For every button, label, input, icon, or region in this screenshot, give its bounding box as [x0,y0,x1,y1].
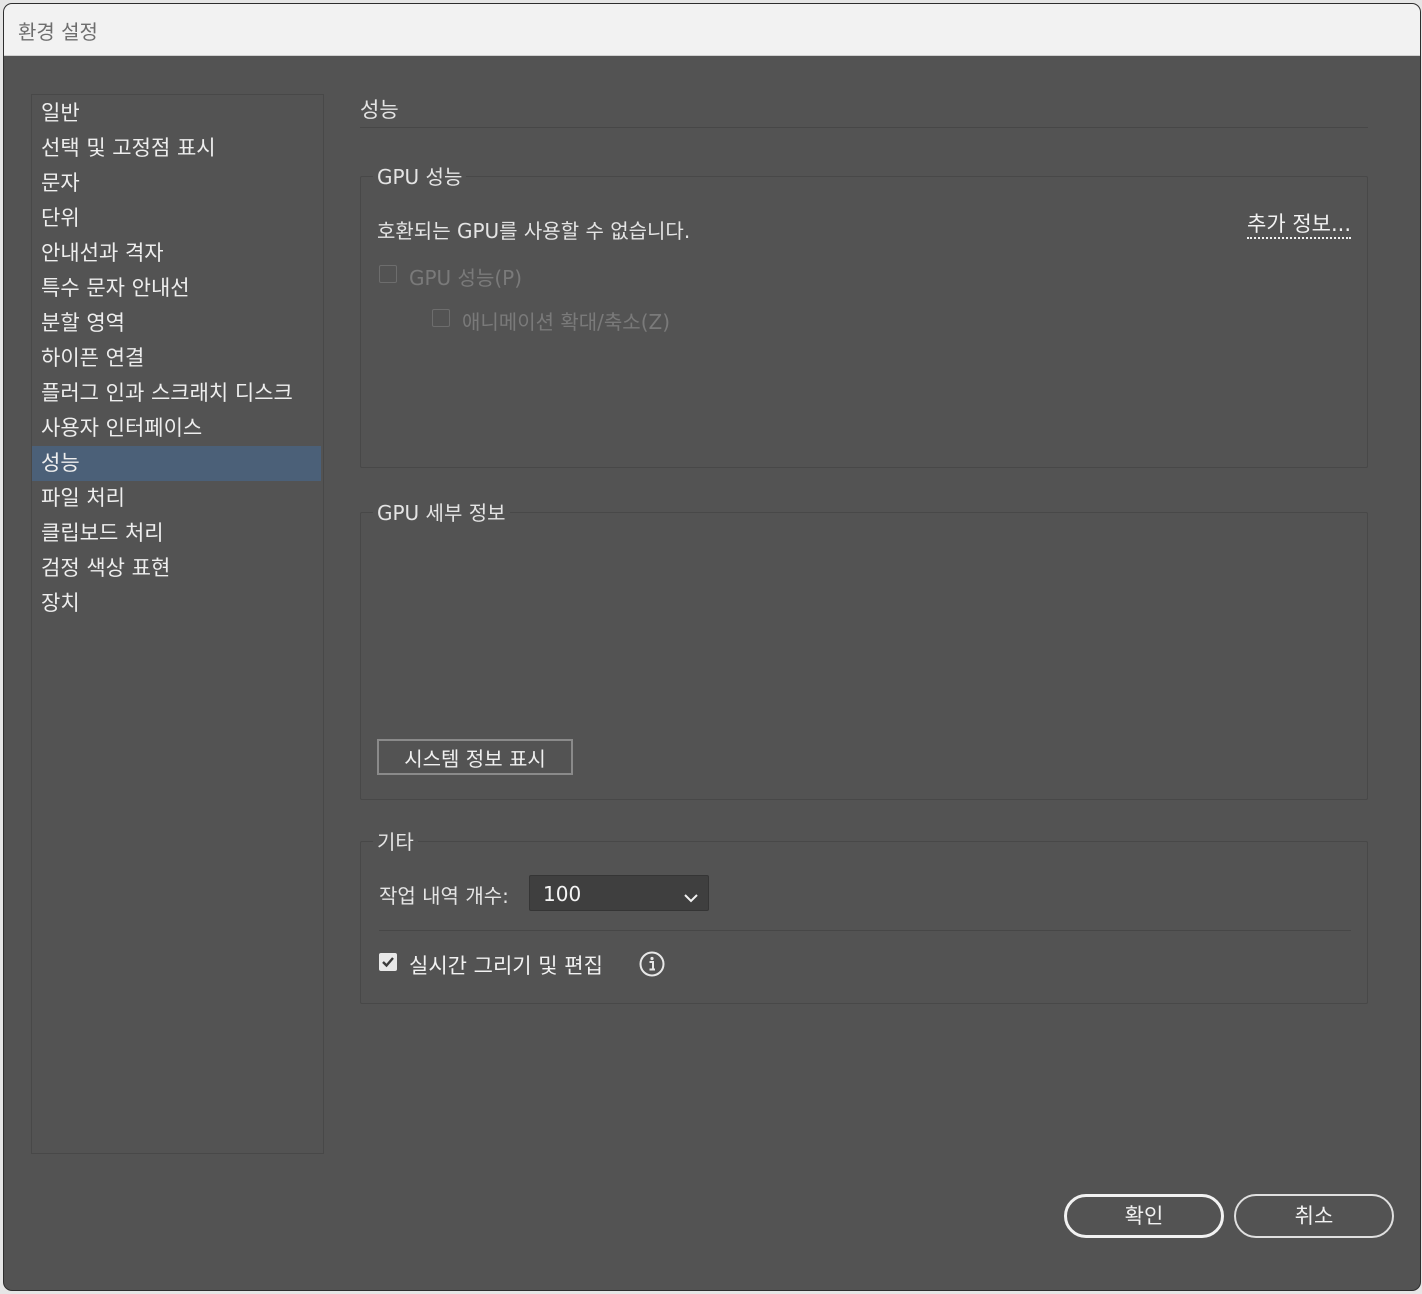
live-drawing-checkbox[interactable] [379,953,397,971]
chevron-down-icon [684,888,698,907]
gpu-details-legend: GPU 세부 정보 [373,497,510,526]
sidebar-item[interactable]: 일반 [32,96,321,131]
heading-divider [360,127,1368,128]
gpu-performance-checkbox[interactable] [379,265,397,283]
animated-zoom-label: 애니메이션 확대/축소(Z) [462,310,671,334]
window-title: 환경 설정 [18,20,98,44]
gpu-unavailable-message: 호환되는 GPU를 사용할 수 없습니다. [377,219,691,243]
history-states-value: 100 [543,882,582,906]
live-drawing-label: 실시간 그리기 및 편집 [409,954,603,978]
sidebar-item[interactable]: 문자 [32,166,321,201]
history-states-select[interactable]: 100 [529,875,709,911]
sidebar-item[interactable]: 하이픈 연결 [32,341,321,376]
gpu-performance-legend: GPU 성능 [373,161,467,190]
sidebar-item[interactable]: 플러그 인과 스크래치 디스크 [32,376,321,411]
sidebar-item[interactable]: 성능 [32,446,321,481]
sidebar-item[interactable]: 클립보드 처리 [32,516,321,551]
show-system-info-button[interactable]: 시스템 정보 표시 [377,739,573,775]
misc-legend: 기타 [373,826,418,855]
title-bar[interactable]: 환경 설정 [4,4,1420,56]
info-icon[interactable] [639,951,665,981]
sidebar-item[interactable]: 안내선과 격자 [32,236,321,271]
sidebar-item[interactable]: 단위 [32,201,321,236]
preferences-dialog: 환경 설정 일반 선택 및 고정점 표시 문자 단위 안내선과 격자 특수 문자 안내선 분… [4,4,1420,1290]
gpu-performance-group: GPU 성능 호환되는 GPU를 사용할 수 없습니다. 추가 정보... GP… [360,161,1368,468]
sidebar-item[interactable]: 검정 색상 표현 [32,551,321,586]
sidebar-item[interactable]: 특수 문자 안내선 [32,271,321,306]
sidebar-item[interactable]: 사용자 인터페이스 [32,411,321,446]
history-states-label: 작업 내역 개수: [379,884,509,908]
checkmark-icon [382,957,394,968]
misc-divider [379,930,1351,931]
ok-button[interactable]: 확인 [1064,1194,1224,1238]
sidebar-item[interactable]: 파일 처리 [32,481,321,516]
more-info-link[interactable]: 추가 정보... [1247,211,1351,239]
panel-heading: 성능 [360,98,399,122]
misc-group: 기타 작업 내역 개수: 100 실시간 그리기 및 편집 [360,826,1368,1004]
sidebar-item[interactable]: 선택 및 고정점 표시 [32,131,321,166]
gpu-performance-label: GPU 성능(P) [409,266,523,290]
preferences-category-list: 일반 선택 및 고정점 표시 문자 단위 안내선과 격자 특수 문자 안내선 분할 영역 하이… [31,94,324,1154]
sidebar-item[interactable]: 분할 영역 [32,306,321,341]
cancel-button[interactable]: 취소 [1234,1194,1394,1238]
sidebar-item[interactable]: 장치 [32,586,321,621]
gpu-details-group: GPU 세부 정보 시스템 정보 표시 [360,497,1368,800]
animated-zoom-checkbox[interactable] [432,309,450,327]
